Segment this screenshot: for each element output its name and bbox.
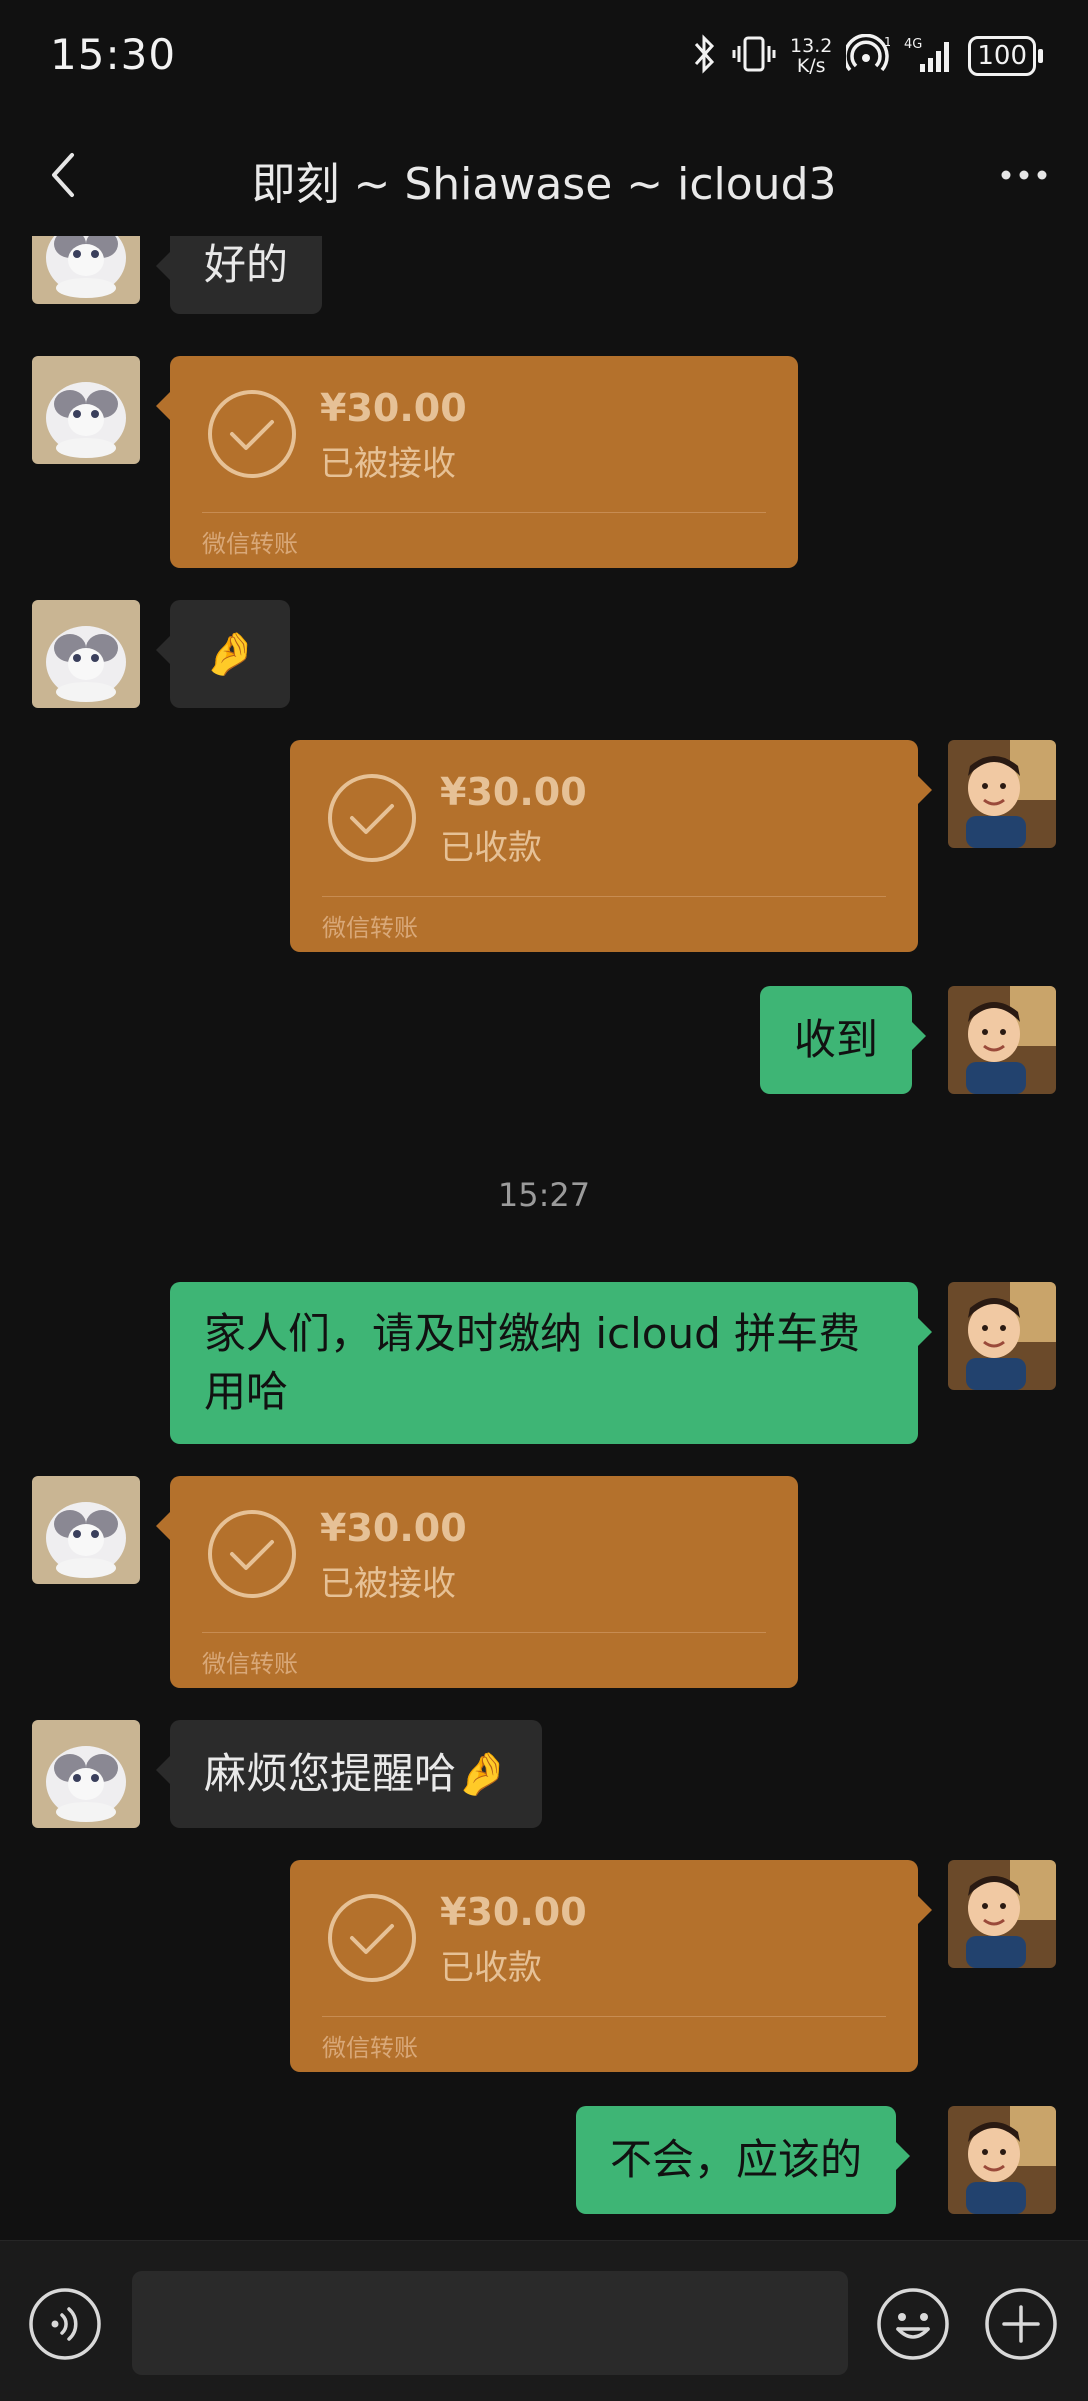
check-circle-icon (326, 1892, 418, 1984)
transfer-status: 已收款 (440, 828, 542, 868)
contact-avatar[interactable] (32, 236, 140, 304)
message-list[interactable]: 好的 ¥30.00 已被接收 微信转账 🤌 ¥30.00 已收款 微信转账 收到 (0, 236, 1088, 2240)
transfer-card[interactable]: ¥30.00 已收款 微信转账 (290, 740, 932, 952)
transfer-card[interactable]: ¥30.00 已被接收 微信转账 (156, 1476, 798, 1688)
divider (202, 512, 766, 513)
transfer-label: 微信转账 (322, 914, 418, 942)
transfer-amount: ¥30.00 (320, 386, 467, 430)
status-icons: 13.2 K/s 1 4G 100 (692, 33, 1043, 78)
timestamp: 15:27 (497, 1176, 591, 1214)
transfer-label: 微信转账 (322, 2034, 418, 2062)
transfer-status: 已被接收 (320, 1564, 456, 1604)
voice-icon[interactable] (28, 2287, 102, 2361)
my-avatar[interactable] (948, 986, 1056, 1094)
transfer-card[interactable]: ¥30.00 已收款 微信转账 (290, 1860, 932, 2072)
message-bubble-outgoing[interactable]: 收到 (760, 986, 927, 1094)
chat-title: 即刻 ~ Shiawase ~ icloud3 (251, 159, 837, 210)
emoji-icon[interactable] (876, 2287, 950, 2361)
my-avatar[interactable] (948, 1282, 1056, 1390)
message-bubble-outgoing[interactable]: 家人们，请及时缴纳 icloud 拼车费用哈 (170, 1282, 932, 1444)
network-speed: 13.2 K/s (790, 36, 832, 76)
plus-icon[interactable] (984, 2287, 1058, 2361)
chat-header: 即刻 ~ Shiawase ~ icloud3 (0, 120, 1088, 230)
check-circle-icon (206, 388, 298, 480)
transfer-label: 微信转账 (202, 530, 298, 558)
check-circle-icon (326, 772, 418, 864)
transfer-amount: ¥30.00 (440, 1890, 587, 1934)
transfer-amount: ¥30.00 (320, 1506, 467, 1550)
message-bubble-incoming[interactable]: 🤌 (155, 600, 291, 708)
message-bubble-incoming[interactable]: 麻烦您提醒哈🤌 (155, 1720, 543, 1828)
status-time: 15:30 (50, 30, 177, 79)
my-avatar[interactable] (948, 1860, 1056, 1968)
bluetooth-icon (692, 34, 718, 78)
more-dots-icon[interactable] (994, 150, 1054, 200)
contact-avatar[interactable] (32, 356, 140, 464)
battery-icon: 100 (968, 36, 1043, 76)
svg-text:1: 1 (884, 35, 890, 49)
divider (322, 2016, 886, 2017)
message-text: 麻烦您提醒哈🤌 (204, 1749, 509, 1798)
signal-icon: 4G (904, 34, 954, 78)
my-avatar[interactable] (948, 740, 1056, 848)
status-bar: 15:30 13.2 K/s 1 4G 100 (0, 0, 1088, 110)
contact-avatar[interactable] (32, 600, 140, 708)
message-input[interactable] (132, 2271, 848, 2375)
input-bar (0, 2240, 1088, 2401)
transfer-amount: ¥30.00 (440, 770, 587, 814)
message-bubble-outgoing[interactable]: 不会，应该的 (576, 2106, 911, 2214)
message-text: 不会，应该的 (610, 2135, 863, 2184)
divider (322, 896, 886, 897)
transfer-status: 已被接收 (320, 444, 456, 484)
message-text: 收到 (794, 1015, 879, 1064)
hotspot-icon: 1 (843, 33, 892, 78)
transfer-status: 已收款 (440, 1948, 542, 1988)
message-bubble-incoming[interactable]: 好的 (155, 236, 323, 314)
vibrate-icon (732, 34, 776, 78)
transfer-label: 微信转账 (202, 1650, 298, 1678)
network-speed-value: 13.2 (790, 35, 833, 57)
contact-avatar[interactable] (32, 1720, 140, 1828)
transfer-card[interactable]: ¥30.00 已被接收 微信转账 (156, 356, 798, 568)
my-avatar[interactable] (948, 2106, 1056, 2214)
network-speed-unit: K/s (796, 55, 826, 77)
contact-avatar[interactable] (32, 1476, 140, 1584)
message-text: 好的 (204, 240, 289, 289)
network-type-label: 4G (904, 37, 922, 52)
message-emoji: 🤌 (204, 629, 257, 678)
check-circle-icon (206, 1508, 298, 1600)
message-text: 家人们，请及时缴纳 icloud 拼车费用哈 (204, 1309, 861, 1416)
divider (202, 1632, 766, 1633)
